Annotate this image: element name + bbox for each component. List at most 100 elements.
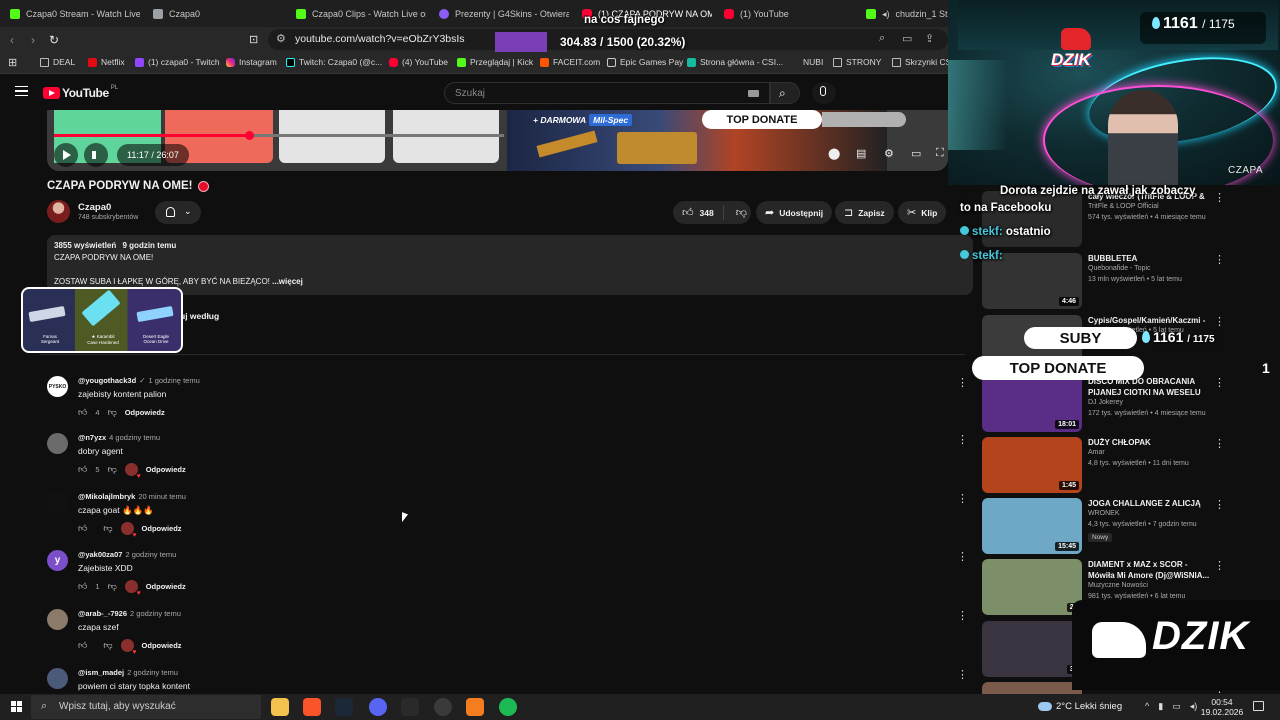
brave-browser-icon[interactable] — [303, 698, 321, 716]
bookmark-item[interactable]: NUBI — [803, 57, 823, 67]
more-options-icon[interactable]: ⋮ — [957, 433, 968, 446]
search-input[interactable]: Szukaj — [444, 82, 770, 104]
more-options-icon[interactable]: ⋮ — [1214, 191, 1225, 204]
network-icon[interactable]: ▭ — [1172, 701, 1181, 712]
comment-author[interactable]: @n7yzx — [78, 433, 106, 442]
thumbs-down-icon[interactable]: 👎︎ — [108, 407, 117, 418]
reply-button[interactable]: Odpowiedz — [142, 524, 182, 533]
video-thumbnail[interactable]: 18:01 — [982, 376, 1082, 432]
bookmark-item[interactable]: Twitch: Czapa0 (@c... — [286, 57, 382, 67]
video-thumbnail[interactable]: 3: — [982, 621, 1082, 677]
miniplayer-icon[interactable]: ▭ — [911, 147, 921, 160]
subtitles-icon[interactable]: ▤ — [856, 147, 866, 160]
like-button[interactable]: 👍︎ 348 — [673, 205, 724, 220]
volume-button[interactable] — [84, 143, 108, 167]
more-options-icon[interactable]: ⋮ — [1214, 498, 1225, 511]
zoom-icon[interactable]: ⌕ — [879, 32, 885, 45]
obs-icon[interactable] — [434, 698, 452, 716]
browser-tab[interactable]: Czapa0 Clips - Watch Live on K — [296, 5, 426, 23]
browser-tab[interactable]: (1) YouTube — [724, 5, 854, 23]
reply-button[interactable]: Odpowiedz — [146, 465, 186, 474]
windows-start-icon[interactable] — [11, 701, 23, 713]
spotify-icon[interactable] — [499, 698, 517, 716]
commenter-avatar[interactable] — [47, 492, 68, 513]
bookmark-item[interactable]: (1) czapa0 - Twitch — [135, 57, 220, 67]
video-thumbnail[interactable]: 1:45 — [982, 437, 1082, 493]
more-options-icon[interactable]: ⋮ — [957, 668, 968, 681]
play-button[interactable] — [54, 143, 78, 167]
thumbs-up-icon[interactable]: 👍︎ — [78, 407, 87, 418]
fullscreen-icon[interactable]: ⛶ — [936, 147, 944, 160]
thumbs-down-icon[interactable]: 👎︎ — [103, 640, 112, 651]
recommended-video[interactable]: 4:46 BUBBLETEA Quebonafide - Topic 13 mln w… — [982, 253, 1225, 309]
bookmark-item[interactable]: (4) YouTube — [389, 57, 448, 67]
video-thumbnail[interactable] — [982, 191, 1082, 247]
video-thumbnail[interactable]: 15:45 — [982, 498, 1082, 554]
browser-tab[interactable]: Czapa0 — [153, 5, 283, 23]
cast-icon[interactable]: ▭ — [902, 32, 912, 45]
progress-bar[interactable] — [54, 131, 504, 140]
bookmark-item[interactable]: Instagram — [226, 57, 277, 67]
thumbs-up-icon[interactable]: 👍︎ — [78, 464, 87, 475]
browser-tab[interactable]: ◂) chudzin_1 Stream — [866, 5, 956, 23]
more-options-icon[interactable]: ⋮ — [1214, 376, 1225, 389]
voice-search-button[interactable] — [812, 82, 836, 104]
comment-author[interactable]: @arab-_-7926 — [78, 609, 127, 618]
show-more-link[interactable]: ...więcej — [272, 277, 303, 286]
recommended-video[interactable]: 1:45 DUŻY CHŁOPAK Amar 4,8 tys. wyświetleń … — [982, 437, 1225, 493]
bookmark-icon[interactable]: ⊡ — [249, 33, 258, 46]
more-options-icon[interactable]: ⋮ — [957, 376, 968, 389]
recommended-video[interactable]: 18:01 DISCO MIX DO OBRACANIA PIJANEJ CIOT… — [982, 376, 1225, 432]
commenter-avatar[interactable]: y — [47, 550, 68, 571]
video-title[interactable]: DUŻY CHŁOPAK — [1088, 437, 1216, 448]
thumbs-down-icon[interactable]: 👎︎ — [103, 523, 112, 534]
bookmark-item[interactable]: Epic Games Pay — [607, 57, 683, 67]
sort-comments-button[interactable]: uj według — [180, 311, 219, 321]
channel-avatar[interactable] — [47, 200, 70, 223]
video-thumbnail[interactable]: 2: — [982, 559, 1082, 615]
dislike-button[interactable]: 👎︎ — [729, 206, 754, 219]
file-explorer-icon[interactable] — [271, 698, 289, 716]
video-channel[interactable]: Amar — [1088, 449, 1105, 456]
video-title[interactable]: DIAMENT x MAZ x SCOR - Mówiła Mi Amore (… — [1088, 559, 1216, 581]
video-channel[interactable]: Muzyczne Nowości — [1088, 582, 1148, 589]
discord-icon[interactable] — [369, 698, 387, 716]
speaker-icon[interactable]: ◂) — [1190, 701, 1198, 712]
more-options-icon[interactable]: ⋮ — [1214, 253, 1225, 266]
video-title[interactable]: Cypis/Gospel/Kamień/Kaczmi - — [1088, 315, 1216, 326]
video-channel[interactable]: TritFle & LOOP Official — [1088, 203, 1159, 210]
bookmark-item[interactable]: Netflix — [88, 57, 125, 67]
search-button[interactable]: ⌕ — [770, 82, 800, 104]
commenter-avatar[interactable] — [47, 433, 68, 454]
thumbs-up-icon[interactable]: 👍︎ — [78, 523, 87, 534]
bookmark-item[interactable]: FACEIT.com — [540, 57, 600, 67]
share-icon[interactable]: ⇪ — [925, 32, 934, 45]
channel-name[interactable]: Czapa0 — [78, 202, 111, 213]
share-button[interactable]: ➦ Udostępnij — [756, 201, 833, 224]
video-title[interactable]: BUBBLETEA — [1088, 253, 1216, 264]
settings-icon[interactable]: ⚙ — [884, 147, 894, 160]
commenter-avatar[interactable] — [47, 668, 68, 689]
thumbs-up-icon[interactable]: 👍︎ — [78, 581, 87, 592]
browser-tab[interactable]: Prezenty | G4Skins - Otwieraj sk — [439, 5, 569, 23]
save-button[interactable]: ⊐ Zapisz — [835, 201, 894, 224]
bookmark-item[interactable]: Przeglądaj | Kick — [457, 57, 533, 67]
comment-author[interactable]: @yougothack3d — [78, 376, 136, 385]
comment-author[interactable]: @Mikolajlmbryk — [78, 492, 135, 501]
apps-grid-icon[interactable]: ⊞ — [8, 56, 17, 69]
description-box[interactable]: 3855 wyświetleń 9 godzin temu CZAPA PODR… — [47, 235, 973, 295]
scrubber-handle[interactable] — [244, 131, 254, 140]
bookmark-item[interactable]: Skrzynki CSs — [892, 57, 956, 67]
notifications-icon[interactable] — [1253, 701, 1264, 711]
comment-author[interactable]: @ism_madej — [78, 668, 124, 677]
thumbs-down-icon[interactable]: 👎︎ — [108, 581, 117, 592]
commenter-avatar[interactable] — [47, 609, 68, 630]
thumbs-down-icon[interactable]: 👎︎ — [108, 464, 117, 475]
reload-icon[interactable]: ↻ — [49, 33, 59, 47]
reply-button[interactable]: Odpowiedz — [146, 582, 186, 591]
url-text[interactable]: youtube.com/watch?v=eObZrY3bsIs — [295, 33, 465, 45]
site-info-icon[interactable]: ⚙ — [276, 32, 286, 45]
bookmark-item[interactable]: STRONY — [833, 57, 881, 67]
clip-button[interactable]: ✂ Klip — [898, 201, 947, 224]
video-channel[interactable]: WRONEK — [1088, 510, 1120, 517]
